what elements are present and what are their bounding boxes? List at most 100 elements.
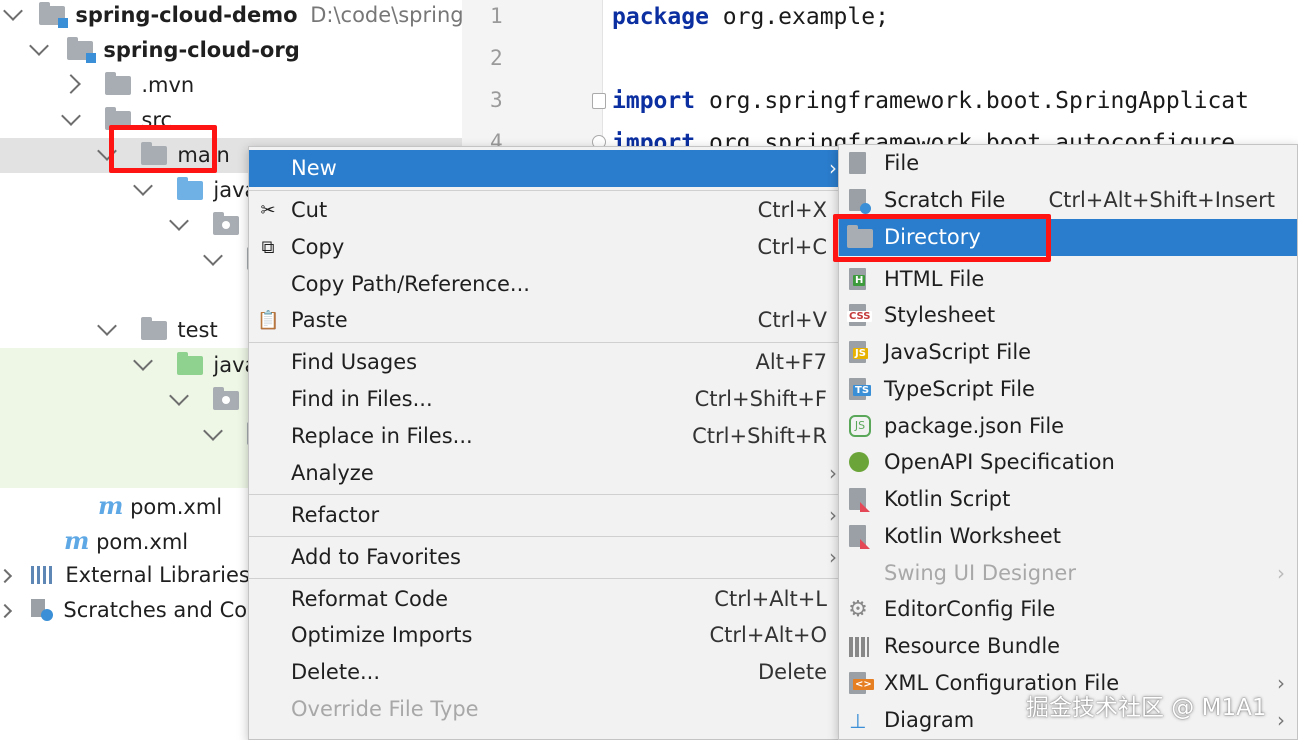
tree-test-java-row[interactable]: java [133, 348, 257, 383]
keyword: package [612, 4, 709, 30]
kotlin-icon [849, 525, 870, 549]
chevron-down-icon[interactable] [3, 1, 23, 21]
menu-item-reformat-code[interactable]: Reformat Code Ctrl+Alt+L [249, 581, 843, 618]
package-icon [212, 212, 239, 235]
tree-mvn-row[interactable]: .mvn [61, 68, 195, 103]
mvn-label: .mvn [141, 73, 195, 97]
menu-item-add-to-favorites[interactable]: Add to Favorites › [249, 539, 843, 576]
clipboard-icon: 📋 [257, 310, 280, 331]
submenu-item-kotlin-worksheet[interactable]: Kotlin Worksheet [839, 518, 1297, 555]
external-libs-label: External Libraries [65, 563, 250, 587]
chevron-down-icon[interactable] [133, 176, 153, 196]
chevron-down-icon[interactable] [97, 316, 117, 336]
keyword: import [612, 88, 696, 114]
menu-label: Optimize Imports [291, 623, 473, 647]
scratches-label: Scratches and Con [63, 598, 261, 622]
menu-label: Reformat Code [291, 587, 449, 611]
tree-pom-inner-row[interactable]: m pom.xml [98, 488, 222, 523]
code-text: org.springframework.boot.SpringApplicat [695, 88, 1249, 114]
chevron-right-icon: › [1277, 708, 1285, 732]
maven-icon: m [64, 526, 90, 555]
menu-separator [249, 190, 843, 191]
chevron-down-icon[interactable] [29, 36, 49, 56]
tree-module-row[interactable]: spring-cloud-org [29, 33, 300, 68]
chevron-right-icon: › [1277, 671, 1285, 695]
chevron-down-icon[interactable] [203, 246, 223, 266]
submenu-item-kotlin-script[interactable]: Kotlin Script [839, 481, 1297, 518]
menu-label: Refactor [291, 503, 380, 527]
chevron-down-icon[interactable] [169, 386, 189, 406]
submenu-item-package-json[interactable]: JS package.json File [839, 408, 1297, 445]
submenu-item-stylesheet[interactable]: CSS Stylesheet [839, 297, 1297, 334]
watermark: 掘金技术社区 @ M1A1 [1026, 695, 1267, 721]
source-folder-icon [176, 177, 203, 200]
menu-item-override-file-type[interactable]: Override File Type [249, 691, 843, 728]
menu-item-find-usages[interactable]: Find Usages Alt+F7 [249, 344, 843, 381]
chevron-right-icon[interactable] [61, 74, 81, 94]
menu-item-copy-path[interactable]: Copy Path/Reference... [249, 266, 843, 303]
menu-label: package.json File [884, 414, 1065, 438]
menu-label: Replace in Files... [291, 424, 473, 448]
chevron-right-icon: › [829, 461, 837, 485]
line-number: 3 [490, 88, 503, 112]
tree-pom-outer-row[interactable]: m pom.xml [64, 523, 188, 558]
code-line-1[interactable]: package org.example; [612, 4, 889, 30]
submenu-item-resource-bundle[interactable]: Resource Bundle [839, 628, 1297, 665]
menu-item-copy[interactable]: ⧉ Copy Ctrl+C [249, 229, 843, 266]
menu-item-find-in-files[interactable]: Find in Files... Ctrl+Shift+F [249, 381, 843, 418]
menu-label: Find Usages [291, 350, 418, 374]
menu-item-optimize-imports[interactable]: Optimize Imports Ctrl+Alt+O [249, 617, 843, 654]
css-file-icon: CSS [847, 304, 873, 326]
tree-root-row[interactable]: spring-cloud-demo D:\code\spring-clo [3, 0, 501, 33]
tree-test-row[interactable]: test [97, 313, 218, 348]
menu-label: OpenAPI Specification [884, 450, 1115, 474]
tree-scratches-row[interactable]: Scratches and Con [0, 593, 260, 628]
menu-label: Delete... [291, 660, 381, 684]
submenu-item-file[interactable]: File [839, 145, 1297, 182]
chevron-down-icon[interactable] [169, 211, 189, 231]
chevron-right-icon[interactable] [0, 603, 13, 619]
menu-item-cut[interactable]: ✂ Cut Ctrl+X [249, 192, 843, 229]
menu-item-new[interactable]: New › [249, 150, 843, 187]
chevron-down-icon[interactable] [203, 421, 223, 441]
menu-label: Cut [291, 198, 328, 222]
line-number: 2 [490, 46, 503, 70]
submenu-item-typescript-file[interactable]: TS TypeScript File [839, 371, 1297, 408]
chevron-right-icon[interactable] [0, 568, 13, 584]
xml-file-icon: <> [849, 672, 874, 694]
highlight-box-main [109, 125, 217, 173]
file-icon [849, 152, 866, 174]
tree-java-row[interactable]: java [133, 173, 257, 208]
copy-icon: ⧉ [261, 237, 275, 258]
submenu-item-html-file[interactable]: H HTML File [839, 261, 1297, 298]
submenu-item-openapi[interactable]: OpenAPI Specification [839, 444, 1297, 481]
menu-label: Analyze [291, 461, 374, 485]
gear-icon: ⚙ [848, 597, 868, 622]
menu-label: Paste [291, 308, 348, 332]
menu-label: Find in Files... [291, 387, 433, 411]
menu-label: Kotlin Worksheet [884, 524, 1061, 548]
tree-external-libs-row[interactable]: External Libraries [0, 558, 250, 593]
scratches-icon [30, 599, 53, 621]
menu-item-refactor[interactable]: Refactor › [249, 497, 843, 534]
nodejs-icon: JS [849, 415, 871, 437]
fold-icon[interactable] [592, 93, 606, 109]
submenu-item-javascript-file[interactable]: JS JavaScript File [839, 334, 1297, 371]
menu-shortcut: Ctrl+C [757, 235, 827, 259]
menu-label: HTML File [884, 267, 985, 291]
test-label: test [177, 318, 218, 342]
menu-item-paste[interactable]: 📋 Paste Ctrl+V [249, 302, 843, 339]
menu-item-replace-in-files[interactable]: Replace in Files... Ctrl+Shift+R [249, 418, 843, 455]
submenu-item-editorconfig[interactable]: ⚙ EditorConfig File [839, 591, 1297, 628]
submenu-item-swing-ui-designer[interactable]: Swing UI Designer › [839, 555, 1297, 592]
menu-label: JavaScript File [884, 340, 1032, 364]
chevron-down-icon[interactable] [133, 351, 153, 371]
chevron-down-icon[interactable] [61, 106, 81, 126]
menu-item-delete[interactable]: Delete... Delete [249, 654, 843, 691]
module-folder-icon [38, 2, 68, 28]
menu-shortcut: Ctrl+Shift+R [692, 424, 827, 448]
code-line-3[interactable]: import org.springframework.boot.SpringAp… [612, 88, 1249, 114]
menu-item-analyze[interactable]: Analyze › [249, 455, 843, 492]
diagram-icon: ⊥ [849, 709, 867, 733]
menu-shortcut: Ctrl+Shift+F [694, 387, 827, 411]
